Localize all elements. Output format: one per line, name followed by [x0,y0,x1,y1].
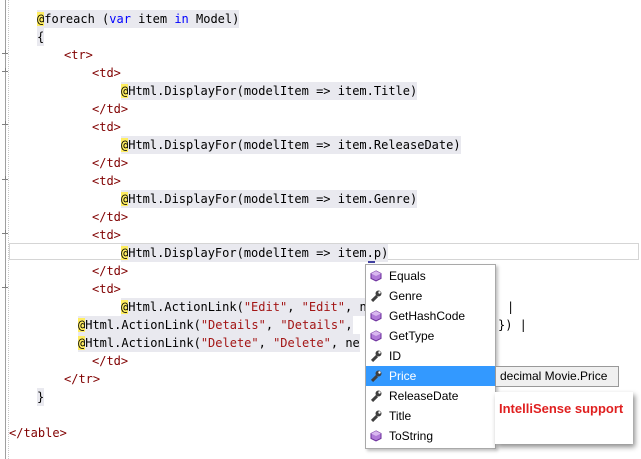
smart-tag-marker[interactable] [368,261,375,263]
code-line[interactable]: <td> [92,226,121,244]
completion-item-id[interactable]: ID [366,346,495,366]
completion-item-genre[interactable]: Genre [366,286,495,306]
code-line[interactable]: <tr> [64,46,93,64]
method-icon [370,270,382,282]
method-icon [370,430,382,442]
outline-marker[interactable] [1,230,9,238]
code-line[interactable]: @Html.ActionLink("Edit", "Edit", ne [121,298,374,316]
code-line[interactable]: </td> [92,262,128,280]
completion-item-tostring[interactable]: ToString [366,426,495,446]
code-line[interactable]: { [37,28,45,46]
completion-item-price[interactable]: Price [366,366,495,386]
completion-label: ToString [389,429,434,443]
outline-marker[interactable] [1,50,9,58]
code-line[interactable]: </td> [92,100,128,118]
property-icon [370,390,382,402]
code-line[interactable]: </td> [92,154,128,172]
completion-label: GetHashCode [389,309,466,323]
callout-text: IntelliSense support [499,401,624,416]
quickinfo-tooltip: decimal Movie.Price [495,366,619,387]
property-icon [370,290,382,302]
code-line[interactable]: @Html.DisplayFor(modelItem => item.Title… [121,82,418,100]
code-editor[interactable]: @foreach (var item in Model) { <tr> <td>… [0,0,641,459]
code-line[interactable]: <td> [92,118,121,136]
annotation-callout: IntelliSense support [495,392,633,444]
code-line[interactable]: </table> [9,424,67,442]
code-line[interactable]: </tr> [64,370,100,388]
outline-marker[interactable] [1,68,9,76]
intellisense-list[interactable]: Equals Genre GetHashCode GetType ID Pric… [365,264,496,449]
outline-marker[interactable] [1,284,9,292]
completion-item-equals[interactable]: Equals [366,266,495,286]
completion-label: Equals [389,269,426,283]
completion-item-gethashcode[interactable]: GetHashCode [366,306,495,326]
code-line[interactable]: </td> [92,208,128,226]
method-icon [370,310,382,322]
code-line[interactable]: @Html.DisplayFor(modelItem => item.Relea… [121,136,461,154]
code-line[interactable]: <td> [92,64,121,82]
method-icon [370,330,382,342]
code-line-fragment[interactable]: }) | [498,316,527,334]
code-line[interactable]: <td> [92,172,121,190]
code-line-fragment[interactable]: | [507,298,514,316]
outline-marker[interactable] [1,176,9,184]
completion-item-releasedate[interactable]: ReleaseDate [366,386,495,406]
outline-marker[interactable] [1,121,9,129]
code-line[interactable]: @foreach (var item in Model) [37,10,240,28]
completion-item-title[interactable]: Title [366,406,495,426]
completion-label: Genre [389,289,423,303]
completion-label: ReleaseDate [389,389,459,403]
code-line[interactable]: <td> [92,280,121,298]
code-line[interactable]: @Html.ActionLink("Delete", "Delete", ne [78,334,360,352]
code-line[interactable]: @Html.DisplayFor(modelItem => item.Genre… [121,190,418,208]
code-line[interactable]: </td> [92,352,128,370]
completion-label: ID [389,349,401,363]
completion-item-gettype[interactable]: GetType [366,326,495,346]
property-icon [370,370,382,382]
completion-label: Price [389,369,417,383]
code-line-current[interactable]: @Html.DisplayFor(modelItem => item.p) [121,244,389,262]
completion-label: GetType [389,329,435,343]
completion-label: Title [389,409,412,423]
code-line[interactable]: } [37,388,45,406]
property-icon [370,410,382,422]
code-line[interactable]: @Html.ActionLink("Details", "Details", [78,316,353,334]
property-icon [370,350,382,362]
